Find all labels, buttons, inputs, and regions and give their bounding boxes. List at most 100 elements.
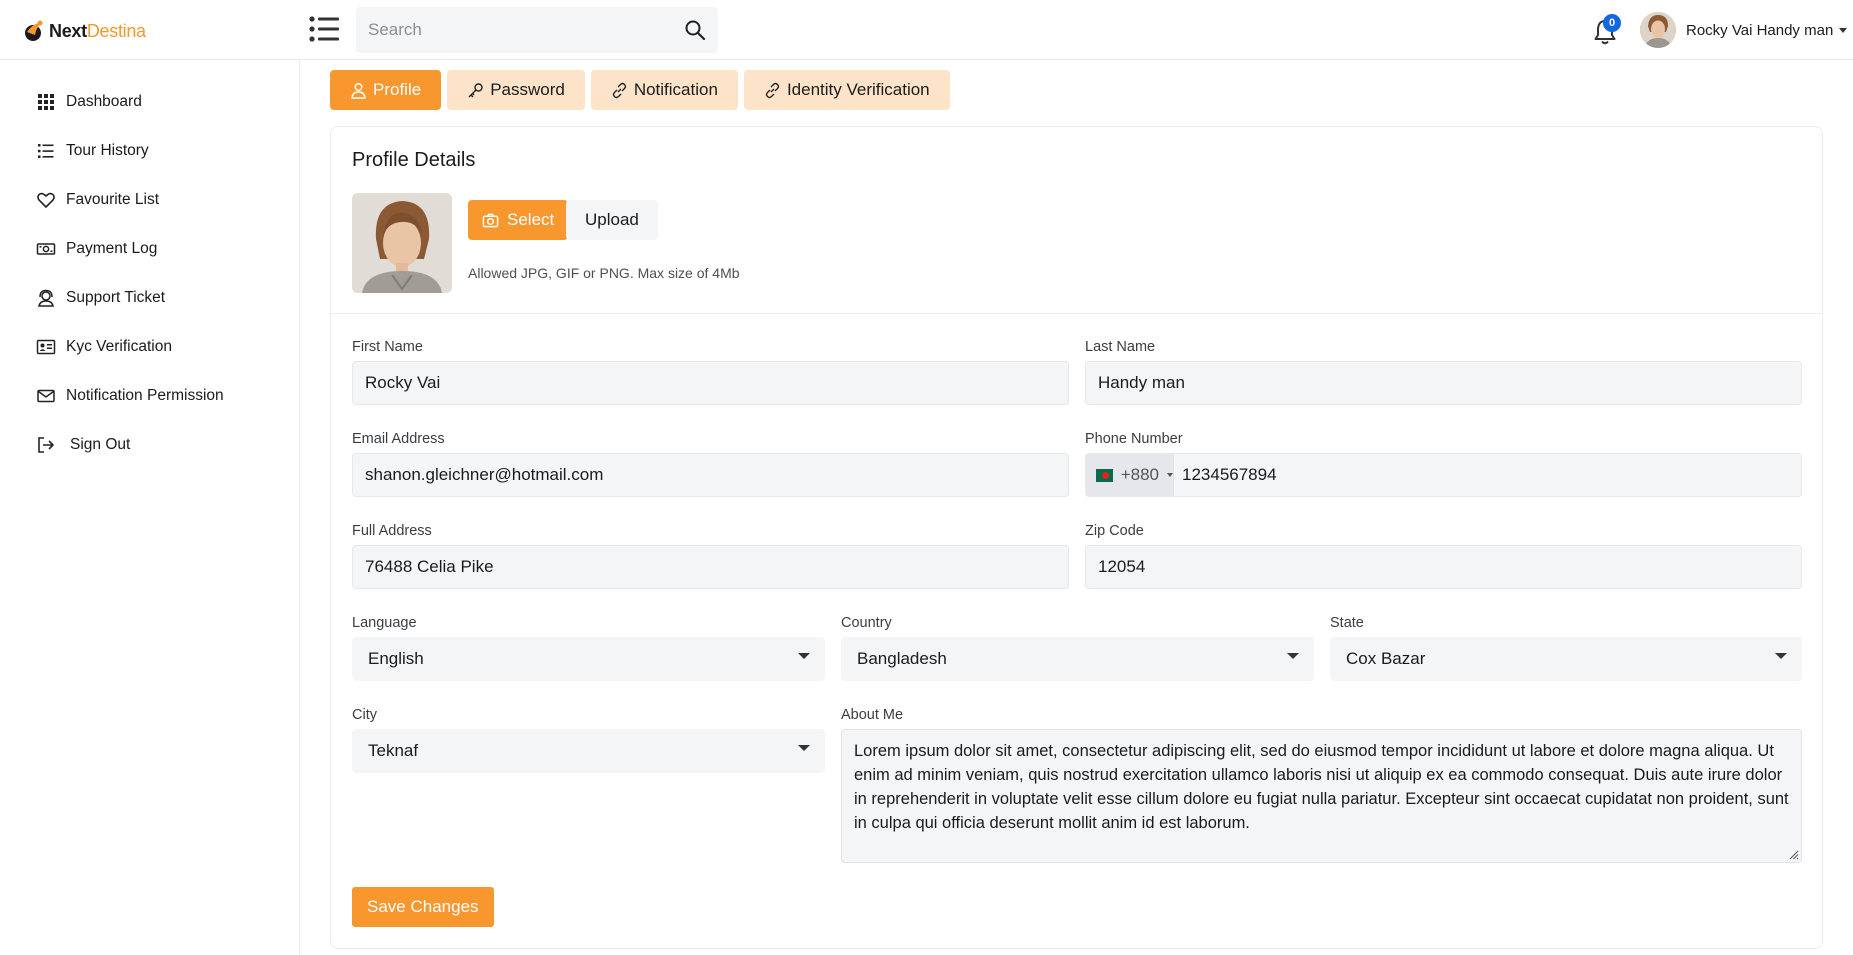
last-name-field[interactable]: Handy man [1085,361,1802,405]
city-select[interactable]: Teknaf [352,729,825,773]
save-changes-button[interactable]: Save Changes [352,887,494,927]
chevron-down-icon [1287,653,1299,659]
sidebar-item-payment-log[interactable]: Payment Log [36,239,157,259]
top-bar: NextDestina 0 Rocky Vai Handy man [0,0,1853,60]
notification-bell[interactable]: 0 [1591,14,1621,46]
country-code-dropdown[interactable]: +880 [1086,454,1174,496]
chevron-down-icon [798,653,810,659]
city-label: City [352,707,377,723]
avatar [1640,12,1676,48]
brand-name-part2: Destina [86,20,146,41]
email-field[interactable]: shanon.gleichner@hotmail.com [352,453,1069,497]
sidebar-item-sign-out[interactable]: Sign Out [36,435,130,455]
language-value: English [368,649,424,668]
zip-label: Zip Code [1085,523,1144,539]
upload-button[interactable]: Upload [566,200,658,240]
first-name-value: Rocky Vai [365,373,441,392]
chevron-down-icon [1839,27,1848,33]
search-input[interactable] [356,20,666,40]
sidebar-item-label: Dashboard [66,93,142,110]
bangladesh-flag-icon [1096,468,1113,482]
first-name-field[interactable]: Rocky Vai [352,361,1069,405]
camera-icon [482,213,499,227]
phone-value: 1234567894 [1182,465,1277,484]
profile-photo-image [352,193,452,293]
sidebar-item-label: Sign Out [70,436,131,453]
sidebar-item-favourite-list[interactable]: Favourite List [36,190,159,210]
list-icon [38,144,54,158]
headset-icon [38,289,54,307]
email-value: shanon.gleichner@hotmail.com [365,465,604,484]
language-select[interactable]: English [352,637,825,681]
sidebar-item-tour-history[interactable]: Tour History [36,141,149,161]
email-label: Email Address [352,431,445,447]
logo-icon [25,20,43,41]
select-photo-button[interactable]: Select [468,200,569,240]
phone-field[interactable]: +880 1234567894 [1085,453,1802,497]
key-icon [468,82,483,97]
language-label: Language [352,615,417,631]
link-icon [612,82,627,98]
sidebar-item-label: Notification Permission [66,387,224,404]
select-label: Select [507,210,555,229]
last-name-value: Handy man [1098,373,1185,392]
profile-photo [352,193,452,293]
cash-icon [36,243,56,255]
upload-label: Upload [585,210,639,229]
sign-out-icon [38,437,54,453]
tab-label: Password [490,80,565,99]
link-icon [765,82,780,98]
country-select[interactable]: Bangladesh [841,637,1314,681]
zip-field[interactable]: 12054 [1085,545,1802,589]
user-menu[interactable]: Rocky Vai Handy man [1640,12,1848,48]
chevron-down-icon [798,745,810,751]
zip-value: 12054 [1098,557,1146,576]
sidebar-item-notification-permission[interactable]: Notification Permission [36,386,224,406]
about-label: About Me [841,707,904,723]
tab-label: Notification [633,80,718,99]
sidebar-item-kyc-verification[interactable]: Kyc Verification [36,337,172,357]
sidebar-item-label: Payment Log [66,240,158,257]
profile-card: Profile Details Select Upload Allowed JP… [330,126,1823,949]
last-name-label: Last Name [1085,339,1156,355]
address-field[interactable]: 76488 Celia Pike [352,545,1069,589]
tab-password[interactable]: Password [447,70,585,110]
person-icon [351,82,366,99]
grid-icon [38,94,54,110]
envelope-icon [37,389,55,403]
sidebar-item-label: Tour History [66,142,149,159]
heart-icon [37,192,55,208]
save-label: Save Changes [367,897,479,916]
search-box [356,7,718,53]
country-label: Country [841,615,892,631]
menu-toggle-icon[interactable] [308,15,340,43]
divider [331,313,1822,314]
sidebar-item-dashboard[interactable]: Dashboard [36,92,142,112]
brand-logo[interactable]: Next Destina [22,18,146,44]
search-icon[interactable] [684,19,706,41]
address-value: 76488 Celia Pike [365,557,494,576]
state-label: State [1330,615,1364,631]
tab-label: Profile [373,80,422,99]
brand-name-part1: Next [49,20,87,41]
country-code: +880 [1120,465,1159,484]
about-value: Lorem ipsum dolor sit amet, consectetur … [854,742,1789,832]
upload-hint: Allowed JPG, GIF or PNG. Max size of 4Mb [468,265,740,281]
id-card-icon [36,339,56,355]
avatar-image [1640,12,1676,48]
tab-profile[interactable]: Profile [330,70,442,110]
page-title: Profile Details [352,149,476,171]
chevron-down-icon [1167,473,1173,477]
sidebar-item-support-ticket[interactable]: Support Ticket [36,288,165,308]
state-value: Cox Bazar [1346,649,1426,668]
sidebar-item-label: Support Ticket [66,289,166,306]
sidebar-item-label: Kyc Verification [66,338,172,355]
state-select[interactable]: Cox Bazar [1330,637,1802,681]
tab-identity-verification[interactable]: Identity Verification [743,70,950,110]
user-name: Rocky Vai Handy man [1686,21,1834,39]
resize-handle-icon[interactable] [1787,848,1799,860]
tab-notification[interactable]: Notification [590,70,738,110]
chevron-down-icon [1775,653,1787,659]
first-name-label: First Name [352,339,423,355]
about-textarea[interactable]: Lorem ipsum dolor sit amet, consectetur … [841,729,1802,863]
